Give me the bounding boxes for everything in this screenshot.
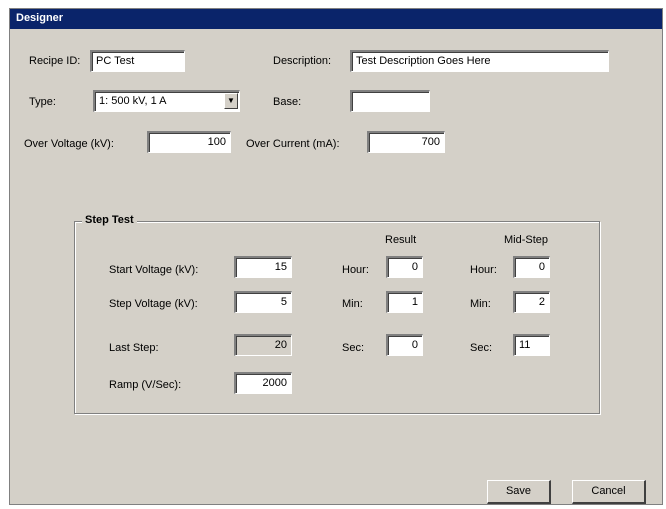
mid-hour-label: Hour: xyxy=(470,264,497,276)
last-step-label: Last Step: xyxy=(109,342,159,354)
mid-min-label: Min: xyxy=(470,298,491,310)
over-voltage-label: Over Voltage (kV): xyxy=(24,138,114,150)
dropdown-arrow-icon[interactable]: ▼ xyxy=(224,93,238,109)
mid-min-field[interactable]: 2 xyxy=(513,291,550,313)
base-label: Base: xyxy=(273,96,302,108)
base-field[interactable] xyxy=(350,90,430,112)
result-min-field[interactable]: 1 xyxy=(386,291,423,313)
window-title: Designer xyxy=(16,12,64,24)
ramp-field[interactable]: 2000 xyxy=(234,372,292,394)
description-label: Description: xyxy=(273,55,332,67)
result-sec-field[interactable]: 0 xyxy=(386,334,423,356)
result-hour-field[interactable]: 0 xyxy=(386,256,423,278)
over-current-label: Over Current (mA): xyxy=(246,138,340,150)
mid-step-header: Mid-Step xyxy=(504,234,549,246)
start-voltage-label: Start Voltage (kV): xyxy=(109,264,199,276)
save-button[interactable]: Save xyxy=(487,480,551,504)
mid-sec-label: Sec: xyxy=(470,342,493,354)
type-combobox[interactable]: 1: 500 kV, 1 A ▼ xyxy=(93,90,240,112)
last-step-field: 20 xyxy=(234,334,292,356)
recipe-id-field[interactable]: PC Test xyxy=(90,50,185,72)
step-voltage-field[interactable]: 5 xyxy=(234,291,292,313)
mid-sec-field[interactable]: 11 xyxy=(513,334,550,356)
title-bar[interactable]: Designer xyxy=(10,9,662,29)
type-label: Type: xyxy=(29,96,56,108)
over-current-field[interactable]: 700 xyxy=(367,131,445,153)
ramp-label: Ramp (V/Sec): xyxy=(109,379,182,391)
result-header: Result xyxy=(385,234,417,246)
type-selected-value: 1: 500 kV, 1 A xyxy=(99,95,167,107)
result-min-label: Min: xyxy=(342,298,363,310)
recipe-id-label: Recipe ID: xyxy=(29,55,81,67)
result-hour-label: Hour: xyxy=(342,264,369,276)
over-voltage-field[interactable]: 100 xyxy=(147,131,231,153)
designer-window: Designer Recipe ID: PC Test Description:… xyxy=(9,8,663,505)
start-voltage-field[interactable]: 15 xyxy=(234,256,292,278)
step-voltage-label: Step Voltage (kV): xyxy=(109,298,198,310)
description-field[interactable]: Test Description Goes Here xyxy=(350,50,609,72)
cancel-button[interactable]: Cancel xyxy=(572,480,646,504)
mid-hour-field[interactable]: 0 xyxy=(513,256,550,278)
step-test-group-title: Step Test xyxy=(82,214,137,226)
result-sec-label: Sec: xyxy=(342,342,365,354)
